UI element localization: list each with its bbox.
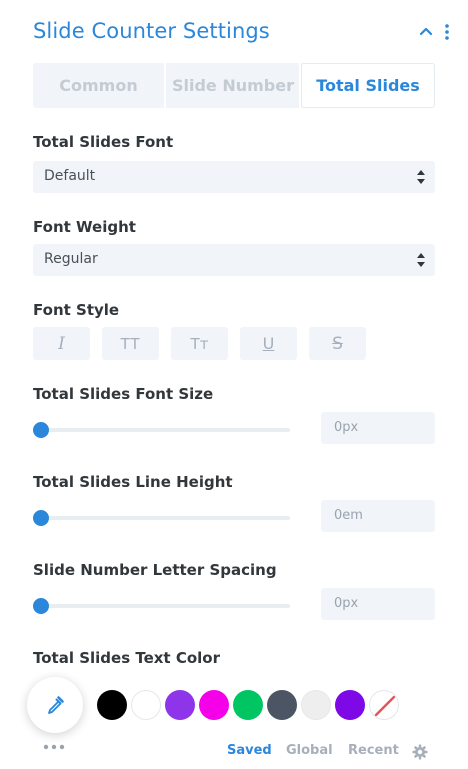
capitalize-icon: Tт	[190, 334, 209, 353]
uppercase-button[interactable]: TT	[102, 327, 159, 360]
tab-divider	[164, 63, 166, 108]
letter-spacing-slider-track[interactable]	[41, 604, 290, 608]
strikethrough-button[interactable]: S	[309, 327, 366, 360]
recent-colors-tab[interactable]: Recent	[348, 743, 399, 758]
tab-total-slides[interactable]: Total Slides	[301, 63, 435, 108]
saved-colors-tab[interactable]: Saved	[227, 743, 272, 758]
text-color-label: Total Slides Text Color	[33, 649, 220, 667]
color-swatch-none[interactable]	[369, 690, 399, 720]
more-horizontal-icon[interactable]	[43, 744, 65, 750]
letter-spacing-slider-handle[interactable]	[33, 598, 49, 614]
line-height-input[interactable]: 0em	[321, 500, 435, 532]
font-weight-select[interactable]: Regular	[33, 244, 435, 276]
letter-spacing-input[interactable]: 0px	[321, 588, 435, 620]
more-vertical-icon[interactable]	[443, 22, 451, 42]
select-arrows-icon	[417, 253, 425, 267]
total-slides-font-select[interactable]: Default	[33, 161, 435, 193]
italic-icon: I	[58, 333, 65, 354]
color-swatch-violet[interactable]	[335, 690, 365, 720]
font-style-label: Font Style	[33, 301, 120, 319]
color-swatch-white[interactable]	[131, 690, 161, 720]
color-swatch-purple[interactable]	[165, 690, 195, 720]
panel-header: Slide Counter Settings	[33, 16, 458, 48]
color-swatch-slate[interactable]	[267, 690, 297, 720]
italic-button[interactable]: I	[33, 327, 90, 360]
font-size-slider-handle[interactable]	[33, 422, 49, 438]
font-size-value: 0px	[334, 420, 359, 435]
chevron-up-icon[interactable]	[419, 24, 433, 38]
color-swatch-magenta[interactable]	[199, 690, 229, 720]
uppercase-icon: TT	[120, 334, 141, 353]
no-color-icon	[374, 695, 396, 717]
font-weight-value: Regular	[44, 251, 98, 267]
line-height-slider-track[interactable]	[41, 516, 290, 520]
total-slides-font-label: Total Slides Font	[33, 133, 174, 151]
tab-slide-number[interactable]: Slide Number	[167, 63, 299, 108]
underline-icon: U	[262, 334, 275, 353]
letter-spacing-label: Slide Number Letter Spacing	[33, 561, 277, 579]
font-weight-label: Font Weight	[33, 218, 136, 236]
line-height-value: 0em	[334, 508, 363, 523]
eyedropper-icon	[48, 696, 64, 714]
color-swatch-light-gray[interactable]	[301, 690, 331, 720]
color-swatch-black[interactable]	[97, 690, 127, 720]
strikethrough-icon: S	[332, 333, 343, 354]
line-height-label: Total Slides Line Height	[33, 473, 233, 491]
color-swatch-green[interactable]	[233, 690, 263, 720]
select-arrows-icon	[417, 170, 425, 184]
panel-title: Slide Counter Settings	[33, 19, 270, 43]
letter-spacing-value: 0px	[334, 596, 359, 611]
color-picker-button[interactable]	[27, 677, 83, 733]
font-size-label: Total Slides Font Size	[33, 385, 214, 403]
tab-common[interactable]: Common	[33, 63, 164, 108]
font-size-input[interactable]: 0px	[321, 412, 435, 444]
font-size-slider-track[interactable]	[41, 428, 290, 432]
total-slides-font-value: Default	[44, 168, 96, 184]
capitalize-button[interactable]: Tт	[171, 327, 228, 360]
global-colors-tab[interactable]: Global	[286, 743, 333, 758]
underline-button[interactable]: U	[240, 327, 297, 360]
line-height-slider-handle[interactable]	[33, 510, 49, 526]
gear-icon[interactable]	[412, 744, 428, 760]
tab-bar: Common Slide Number Total Slides	[33, 63, 435, 108]
